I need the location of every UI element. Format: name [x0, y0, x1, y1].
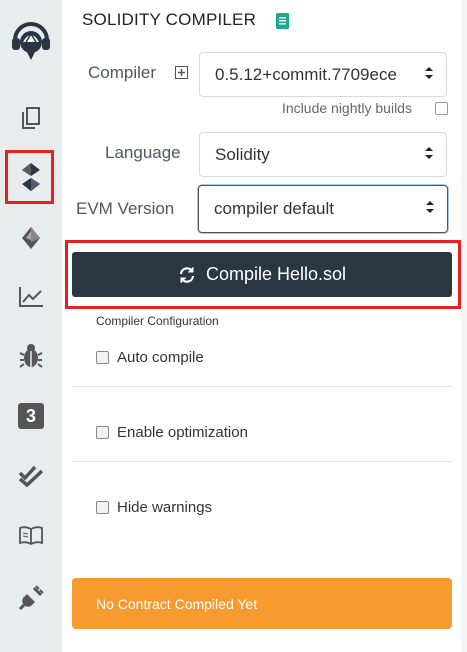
enable-optimization-label: Enable optimization — [117, 424, 248, 441]
compile-button-label: Compile Hello.sol — [205, 264, 347, 284]
nightly-builds-label: Include nightly builds — [282, 100, 412, 116]
analysis-icon[interactable] — [0, 277, 62, 317]
enable-optimization-checkbox[interactable] — [96, 426, 109, 439]
language-label: Language — [105, 143, 181, 162]
testing-icon[interactable] — [0, 456, 62, 496]
remix-logo-icon[interactable] — [0, 12, 62, 68]
compile-status-banner: No Contract Compiled Yet — [72, 578, 452, 629]
status-text: No Contract Compiled Yet — [96, 595, 258, 612]
compile-button[interactable]: Compile Hello.sol — [72, 252, 452, 297]
divider — [72, 461, 452, 462]
auto-compile-checkbox[interactable] — [96, 351, 109, 364]
compiler-version-select[interactable]: 0.5.12+commit.7709ece — [199, 52, 447, 97]
evm-version-label: EVM Version — [76, 199, 175, 218]
add-compiler-icon[interactable] — [175, 66, 188, 84]
language-value: Solidity — [215, 144, 270, 164]
panel-title: SOLIDITY COMPILER — [82, 10, 257, 29]
select-arrows-icon — [424, 65, 434, 85]
documentation-icon[interactable] — [276, 13, 289, 34]
auto-compile-label: Auto compile — [117, 349, 204, 366]
divider — [72, 386, 452, 387]
plugin-manager-icon[interactable] — [0, 578, 62, 618]
icon-sidebar: 3 — [0, 0, 62, 652]
refresh-icon — [179, 266, 195, 283]
evm-version-select[interactable]: compiler default — [198, 185, 448, 233]
compiler-label: Compiler — [88, 63, 157, 82]
debugger-icon[interactable] — [0, 336, 62, 376]
auto-compile-option[interactable]: Auto compile — [96, 349, 204, 366]
config-heading: Compiler Configuration — [96, 314, 219, 328]
nightly-builds-checkbox[interactable] — [435, 102, 448, 115]
enable-optimization-option[interactable]: Enable optimization — [96, 424, 248, 441]
step-3-badge: 3 — [18, 403, 44, 429]
deploy-run-icon[interactable] — [0, 218, 62, 258]
select-arrows-icon — [424, 145, 434, 165]
file-explorer-icon[interactable] — [0, 98, 62, 138]
docs-icon[interactable] — [0, 516, 62, 556]
active-tab-highlight — [5, 150, 54, 204]
select-arrows-icon — [425, 199, 435, 219]
evm-version-value: compiler default — [214, 199, 335, 218]
hide-warnings-option[interactable]: Hide warnings — [96, 499, 212, 516]
hide-warnings-label: Hide warnings — [117, 499, 213, 516]
step-3-icon[interactable]: 3 — [0, 396, 62, 436]
hide-warnings-checkbox[interactable] — [96, 501, 109, 514]
language-select[interactable]: Solidity — [199, 132, 447, 177]
compiler-panel: SOLIDITY COMPILER Compiler 0.5.12+commit… — [62, 0, 467, 652]
compiler-version-value: 0.5.12+commit.7709ece — [215, 64, 397, 84]
scrollbar[interactable] — [461, 0, 467, 652]
